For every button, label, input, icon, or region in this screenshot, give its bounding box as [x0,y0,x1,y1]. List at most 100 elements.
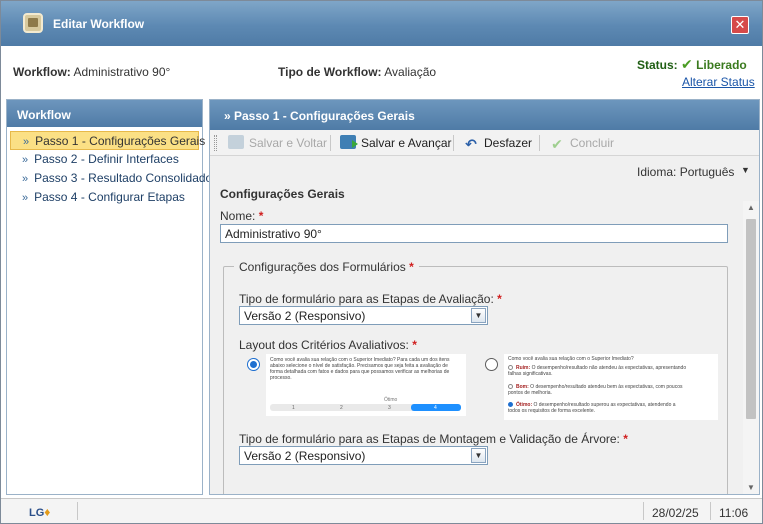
preview-option-text: O desempenho/resultado superou as expect… [508,402,676,414]
status-indicator: Status: ✔ Liberado [637,56,747,73]
required-mark: * [412,338,417,352]
name-label-row: Nome: * [220,209,263,223]
status-label: Status: [637,58,678,72]
eval-type-value: Versão 2 (Responsivo) [244,309,366,323]
footer-separator [77,502,78,520]
eval-type-label-row: Tipo de formulário para as Etapas de Ava… [239,292,502,306]
layout-option-scale-radio[interactable] [247,358,260,371]
sidebar-item-step-1[interactable]: » Passo 1 - Configurações Gerais [10,131,205,150]
save-and-back-button[interactable]: Salvar e Voltar [228,135,327,152]
sidebar-title: Workflow [7,100,202,127]
sidebar-item-label: Passo 2 - Definir Interfaces [34,152,179,166]
status-footer: LG♦ 28/02/25 11:06 [1,498,762,523]
scroll-up-icon[interactable]: ▲ [747,203,755,212]
logo-text: LG [29,507,45,519]
layout-label: Layout dos Critérios Avaliativos: [239,338,409,352]
eval-type-label: Tipo de formulário para as Etapas de Ava… [239,292,494,306]
status-value: Liberado [696,58,747,72]
step-list: » Passo 1 - Configurações Gerais » Passo 2… [7,127,212,211]
workflow-sidebar: Workflow » Passo 1 - Configurações Gerais… [6,99,212,495]
workflow-type-label: Tipo de Workflow: [278,65,382,79]
eval-type-select[interactable]: Versão 2 (Responsivo) ▼ [239,306,488,325]
workflow-app-icon [23,13,43,33]
language-value: Português [679,165,735,179]
double-chevron-right-icon: » [22,154,29,166]
undo-icon: ↶ [465,136,477,152]
name-input[interactable] [220,224,728,243]
sidebar-item-step-4[interactable]: » Passo 4 - Configurar Etapas [10,188,199,207]
preview-question: Como você avalia sua relação com o Super… [270,357,450,381]
title-bar: Editar Workflow ✕ [1,1,762,46]
forms-legend: Configurações dos Formulários * [234,260,419,274]
check-icon: ✔ [681,56,693,72]
save-and-advance-label: Salvar e Avançar [361,136,452,150]
language-selector[interactable]: Idioma: Português [637,165,734,179]
change-status-link[interactable]: Alterar Status [682,75,755,89]
layout-list-preview: Como você avalia sua relação com o Super… [504,354,718,420]
conclude-label: Concluir [570,136,615,150]
toolbar-separator [453,135,454,151]
footer-separator [710,502,711,520]
conclude-button[interactable]: ✔ Concluir [549,135,614,152]
save-advance-icon [340,135,358,149]
preview-option-text: O desempenho/resultado atendeu bem às ex… [508,384,683,396]
lg-logo: LG♦ [29,505,50,519]
window-title: Editar Workflow [53,17,145,31]
toolbar: Salvar e Voltar Salvar e Avançar ↶ Desfaz… [210,130,759,156]
scrollbar-thumb[interactable] [746,219,756,419]
sidebar-item-label: Passo 1 - Configurações Gerais [35,134,206,148]
vertical-scrollbar[interactable]: ▲ ▼ [743,201,759,494]
workflow-type-value: Avaliação [384,65,437,79]
workflow-info-bar: Workflow: Administrativo 90° Tipo de Wor… [1,46,762,98]
footer-date: 28/02/25 [652,506,699,520]
preview-radio-icon [508,365,513,370]
scroll-down-icon[interactable]: ▼ [747,483,755,492]
required-mark: * [623,432,628,446]
required-mark: * [497,292,502,306]
workflow-window: Editar Workflow ✕ Workflow: Administrati… [0,0,763,524]
preview-radio-icon [508,402,513,407]
footer-time: 11:06 [719,506,749,520]
preview-question: Como você avalia sua relação com o Super… [508,356,634,362]
double-chevron-right-icon: » [23,136,30,148]
sidebar-item-step-2[interactable]: » Passo 2 - Definir Interfaces [10,150,199,169]
section-title: Configurações Gerais [220,187,345,201]
preview-scale-value: 1 [292,405,295,411]
layout-label-row: Layout dos Critérios Avaliativos: * [239,338,417,352]
save-and-back-label: Salvar e Voltar [249,136,328,150]
undo-button[interactable]: ↶ Desfazer [463,135,532,152]
sidebar-item-step-3[interactable]: » Passo 3 - Resultado Consolidado [10,169,212,188]
step-panel: » Passo 1 - Configurações Gerais Salvar … [209,99,760,495]
preview-radio-icon [508,384,513,389]
workflow-value: Administrativo 90° [73,65,171,79]
undo-label: Desfazer [484,136,533,150]
double-chevron-right-icon: » [22,192,29,204]
toolbar-grip [214,135,217,151]
chevron-down-icon[interactable]: ▼ [741,165,750,175]
save-and-advance-button[interactable]: Salvar e Avançar [340,135,452,152]
toolbar-separator [330,135,331,151]
tree-type-value: Versão 2 (Responsivo) [244,449,366,463]
close-icon[interactable]: ✕ [731,16,749,34]
workflow-label: Workflow: [13,65,71,79]
save-back-icon [228,135,244,149]
chevron-down-icon[interactable]: ▼ [471,308,486,323]
required-mark: * [258,209,264,223]
language-bar: Idioma: Português ▼ [210,157,759,183]
double-chevron-right-icon: » [22,173,29,185]
tree-type-select[interactable]: Versão 2 (Responsivo) ▼ [239,446,488,465]
preview-scale-value: 2 [340,405,343,411]
step-title: » Passo 1 - Configurações Gerais [210,100,759,130]
chevron-down-icon[interactable]: ▼ [471,448,486,463]
preview-scale-value: 4 [434,405,437,411]
layout-option-list-radio[interactable] [485,358,498,371]
preview-option-bom: Bom: O desempenho/resultado atendeu bem … [508,384,688,396]
preview-option-otimo: Ótimo: O desempenho/resultado superou as… [508,402,688,414]
preview-scale-value: 3 [388,405,391,411]
name-label: Nome: [220,209,256,223]
required-mark: * [409,260,414,274]
preview-option-text: O desempenho/resultado não atendeu às ex… [508,365,687,377]
form-content: Configurações Gerais Nome: * Configuraçõ… [210,184,743,494]
sidebar-item-label: Passo 4 - Configurar Etapas [34,190,185,204]
layout-scale-preview: Como você avalia sua relação com o Super… [266,354,466,416]
